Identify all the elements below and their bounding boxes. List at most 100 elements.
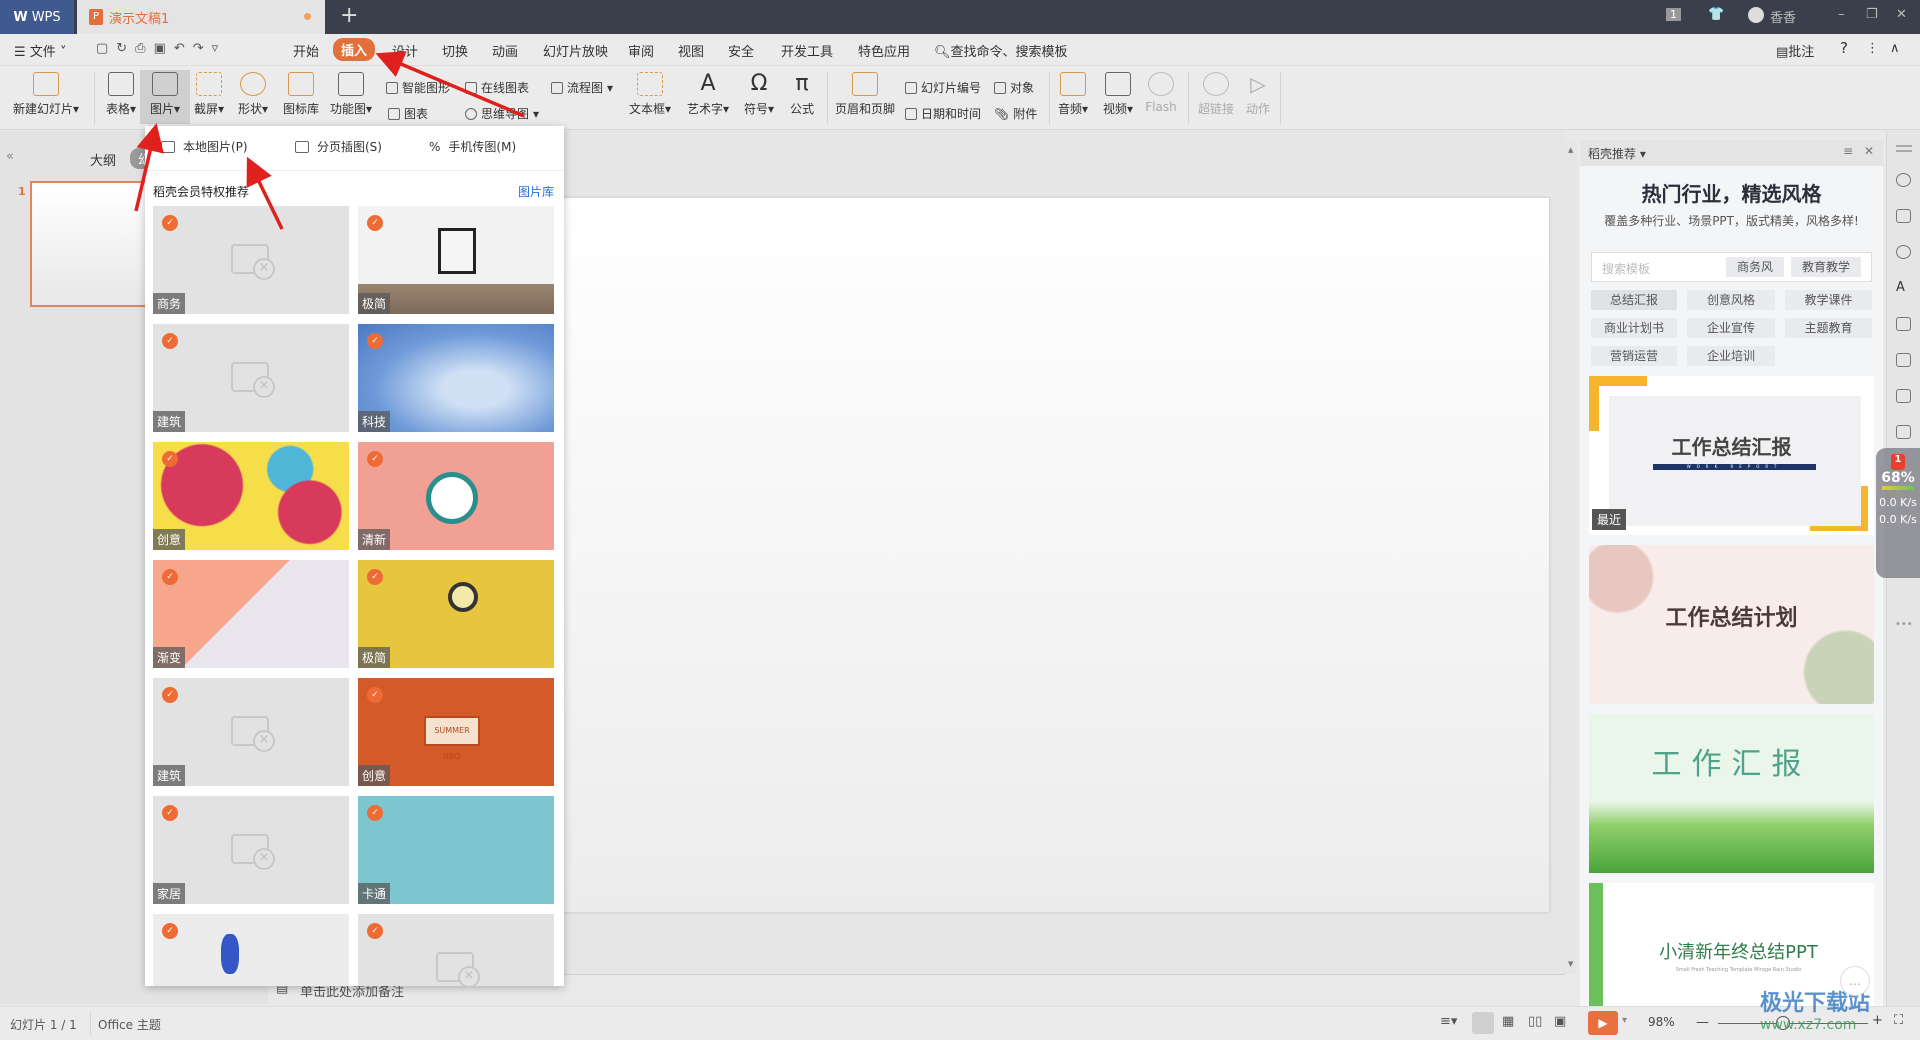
new-slide-button[interactable]: 新建幻灯片▾ xyxy=(8,72,84,117)
category-chip[interactable]: 企业宣传 xyxy=(1687,318,1775,338)
image-tile[interactable]: ✓ 创意 xyxy=(153,442,349,550)
image-tile[interactable]: ✓ 卡通 xyxy=(358,796,554,904)
tab-features[interactable]: 特色应用 xyxy=(858,41,910,60)
avatar[interactable] xyxy=(1748,7,1764,23)
image-tile[interactable]: ✓ 建筑 xyxy=(153,678,349,786)
function-chart-button[interactable]: 功能图▾ xyxy=(322,72,380,117)
shapes-icon[interactable] xyxy=(1896,245,1911,259)
quick-access-toolbar[interactable]: ▢↻⎙▣↶↷▿ xyxy=(96,41,226,56)
header-footer-button[interactable]: 页眉和页脚 xyxy=(832,72,898,117)
image-tile[interactable]: ✓ 极简 xyxy=(358,560,554,668)
picture-gallery-icon[interactable] xyxy=(1896,353,1911,367)
shape-button[interactable]: 形状▾ xyxy=(228,72,278,117)
archive-icon[interactable] xyxy=(1896,389,1911,403)
outline-tab[interactable]: 大纲 xyxy=(90,150,116,169)
slide-sorter-icon[interactable]: ▦ xyxy=(1502,1014,1514,1029)
notes-toggle-icon[interactable]: ≡▾ xyxy=(1440,1014,1457,1029)
tab-home[interactable]: 开始 xyxy=(293,41,319,60)
image-tile[interactable]: ✓ 渐变 xyxy=(153,560,349,668)
slideshow-options-icon[interactable]: ▾ xyxy=(1622,1015,1627,1026)
picture-library-link[interactable]: 图片库 xyxy=(518,183,554,200)
category-chip[interactable]: 企业培训 xyxy=(1687,346,1775,366)
panel-close-icon[interactable]: ✕ xyxy=(1864,144,1874,158)
theme-name[interactable]: Office 主题 xyxy=(98,1016,161,1033)
zoom-level[interactable]: 98% xyxy=(1648,1015,1675,1029)
document-tab[interactable]: P 演示文稿1 xyxy=(77,0,325,34)
command-search[interactable]: 🔍︎查找命令、搜索模板 xyxy=(934,41,1068,60)
template-search-input[interactable]: 搜索模板 xyxy=(1602,260,1650,277)
network-monitor-widget[interactable]: 1 68% 0.0 K/s 0.0 K/s xyxy=(1876,448,1920,578)
table-button[interactable]: 表格▾ xyxy=(96,72,146,117)
drag-handle-icon[interactable] xyxy=(1896,145,1912,147)
normal-view-icon[interactable] xyxy=(1472,1012,1494,1034)
tab-animations[interactable]: 动画 xyxy=(492,41,518,60)
comment-button[interactable]: ▤批注 xyxy=(1776,41,1814,60)
template-search[interactable]: 搜索模板 商务风 教育教学 xyxy=(1591,252,1872,282)
audio-button[interactable]: 音频▾ xyxy=(1048,72,1098,117)
category-chip[interactable]: 总结汇报 xyxy=(1591,290,1677,310)
new-tab-button[interactable]: + xyxy=(340,3,358,28)
image-tile[interactable]: SUMMER BBQ ✓ 创意 xyxy=(358,678,554,786)
smart-art-button[interactable]: 智能图形 xyxy=(386,79,450,96)
quick-tag-education[interactable]: 教育教学 xyxy=(1791,257,1861,277)
presenter-view-icon[interactable]: ▣ xyxy=(1554,1014,1566,1029)
page-count-badge[interactable]: 1 xyxy=(1666,8,1681,21)
image-tile[interactable]: ✓ 家居 xyxy=(153,796,349,904)
feedback-chat-icon[interactable]: … xyxy=(1840,966,1870,996)
screenshot-button[interactable]: 截屏▾ xyxy=(184,72,234,117)
image-tile[interactable]: ✓ 建筑 xyxy=(153,324,349,432)
image-tile[interactable]: ✓ xyxy=(153,914,349,986)
attachment-button[interactable]: 📎︎ 附件 xyxy=(994,105,1037,122)
phone-upload-item[interactable]: % 手机传图(M) xyxy=(429,138,516,155)
online-chart-button[interactable]: 在线图表 xyxy=(465,79,529,96)
tab-review[interactable]: 审阅 xyxy=(628,41,654,60)
object-button[interactable]: 对象 xyxy=(994,79,1034,96)
help-button[interactable]: ? xyxy=(1840,39,1848,57)
icon-library-button[interactable]: 图标库 xyxy=(276,72,326,117)
category-chip[interactable]: 营销运营 xyxy=(1591,346,1677,366)
page-illustration-item[interactable]: 分页插图(S) xyxy=(295,138,382,155)
panel-menu-icon[interactable]: ≡ xyxy=(1843,144,1853,158)
restore-button[interactable]: ❐ xyxy=(1866,7,1878,22)
collapse-pane-icon[interactable]: « xyxy=(6,149,14,164)
settings-sliders-icon[interactable] xyxy=(1896,317,1911,331)
tab-developer[interactable]: 开发工具 xyxy=(781,41,833,60)
panel-title[interactable]: 稻壳推荐 xyxy=(1588,147,1636,161)
chart-button[interactable]: 图表 xyxy=(388,105,428,122)
image-icon[interactable] xyxy=(1896,425,1911,439)
more-button[interactable]: ⋮ xyxy=(1866,41,1879,56)
tab-security[interactable]: 安全 xyxy=(728,41,754,60)
action-button[interactable]: ▷ 动作 xyxy=(1233,72,1283,117)
image-tile[interactable]: ✓ xyxy=(358,914,554,986)
image-tile[interactable]: ✓ 清新 xyxy=(358,442,554,550)
wordart-button[interactable]: A 艺术字▾ xyxy=(680,72,736,117)
text-style-icon[interactable]: A xyxy=(1896,281,1911,295)
picture-button[interactable]: 图片▾ xyxy=(140,70,190,124)
textbox-button[interactable]: 文本框▾ xyxy=(622,72,678,117)
flash-button[interactable]: Flash xyxy=(1136,72,1186,114)
flowchart-button[interactable]: 流程图 ▾ xyxy=(551,79,613,96)
tab-insert[interactable]: 插入 xyxy=(333,38,376,61)
zoom-out-button[interactable]: — xyxy=(1696,1015,1709,1030)
category-chip[interactable]: 商业计划书 xyxy=(1591,318,1677,338)
mindmap-button[interactable]: 思维导图 ▾ xyxy=(465,105,539,122)
reading-view-icon[interactable]: ▯▯ xyxy=(1528,1014,1542,1029)
transition-icon[interactable] xyxy=(1896,209,1911,223)
fit-window-icon[interactable]: ⛶ xyxy=(1894,1013,1903,1028)
template-card[interactable]: 工作汇报 xyxy=(1589,714,1874,873)
category-chip[interactable]: 教学课件 xyxy=(1785,290,1872,310)
vertical-scrollbar[interactable]: ▲ ▼ xyxy=(1565,140,1577,974)
datetime-button[interactable]: 日期和时间 xyxy=(905,105,981,122)
tab-view[interactable]: 视图 xyxy=(678,41,704,60)
play-slideshow-button[interactable]: ▶ xyxy=(1588,1011,1618,1035)
category-chip[interactable]: 主题教育 xyxy=(1785,318,1872,338)
star-icon[interactable] xyxy=(1896,173,1911,187)
template-card[interactable]: 工作总结计划 xyxy=(1589,545,1874,704)
wps-home-tab[interactable]: W WPS xyxy=(0,0,74,34)
user-name[interactable]: 香香 xyxy=(1770,7,1796,26)
close-button[interactable]: ✕ xyxy=(1896,7,1907,22)
more-icon[interactable]: ••• xyxy=(1895,619,1913,630)
quick-tag-business[interactable]: 商务风 xyxy=(1726,257,1784,277)
local-picture-item[interactable]: 本地图片(P) xyxy=(161,138,248,155)
tab-transitions[interactable]: 切换 xyxy=(442,41,468,60)
